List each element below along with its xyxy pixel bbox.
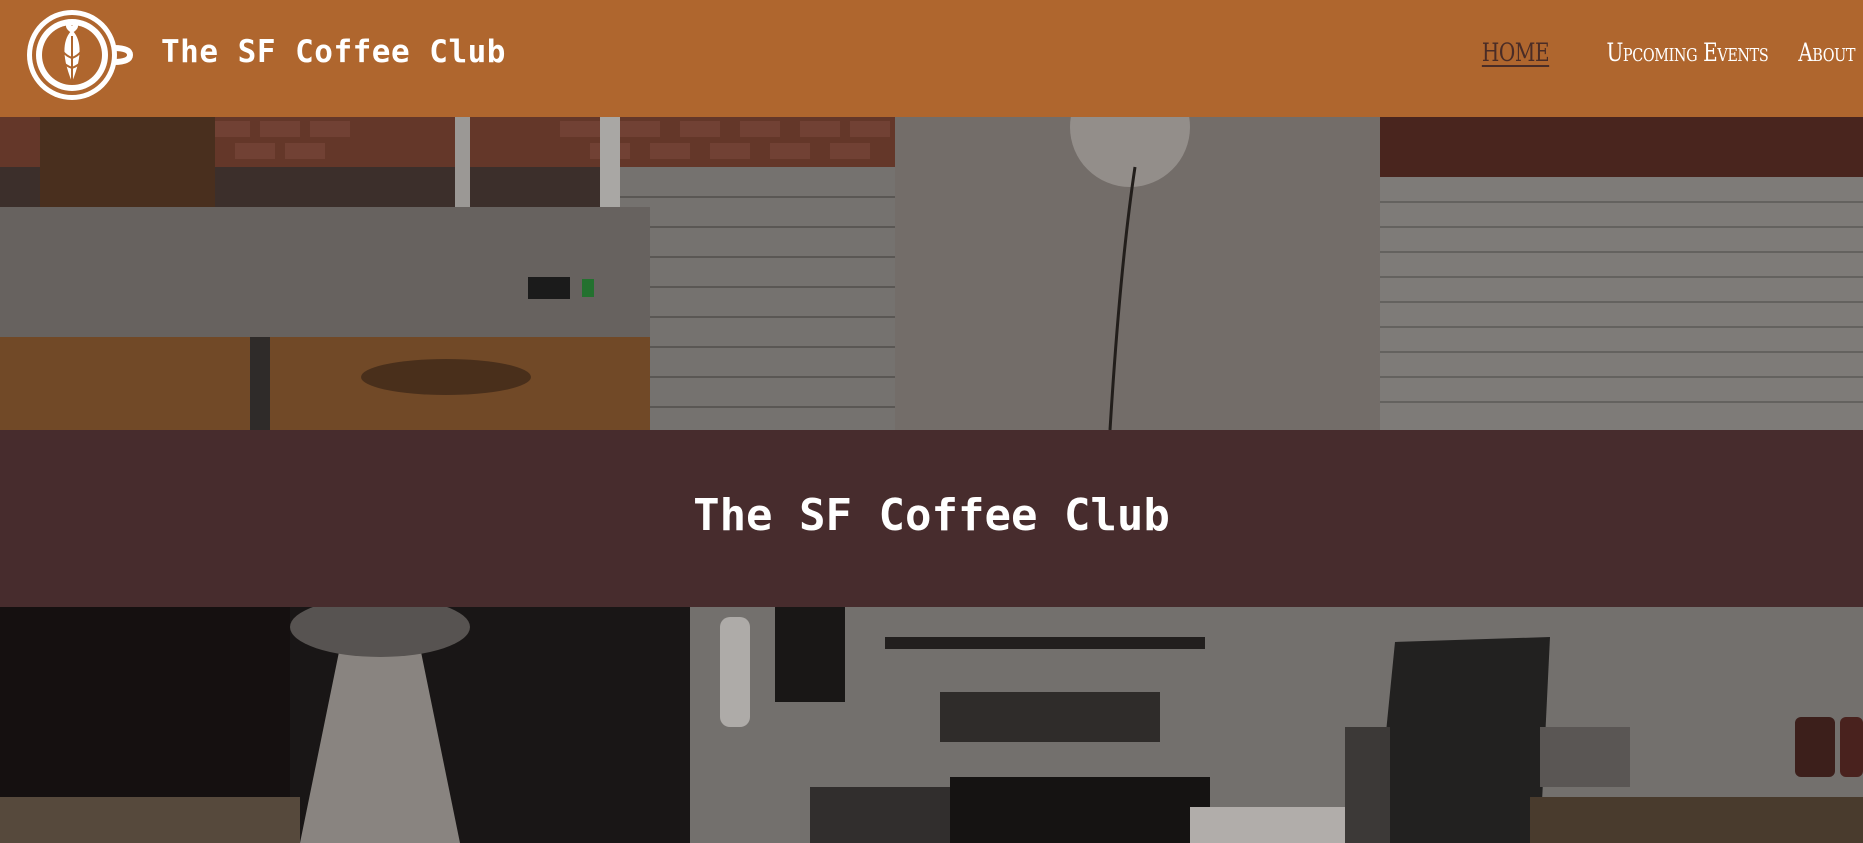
site-header: The SF Coffee Club HOME Upcoming Events …	[0, 0, 1863, 117]
main-nav: HOME Upcoming Events About	[1465, 38, 1855, 67]
site-brand-title[interactable]: The SF Coffee Club	[161, 34, 506, 70]
nav-link-about[interactable]: About	[1798, 38, 1855, 67]
hero-title: The SF Coffee Club	[693, 490, 1170, 541]
nav-link-upcoming-events[interactable]: Upcoming Events	[1606, 38, 1768, 67]
latte-art-cup-icon[interactable]	[14, 8, 134, 104]
nav-link-home[interactable]: HOME	[1482, 38, 1550, 67]
